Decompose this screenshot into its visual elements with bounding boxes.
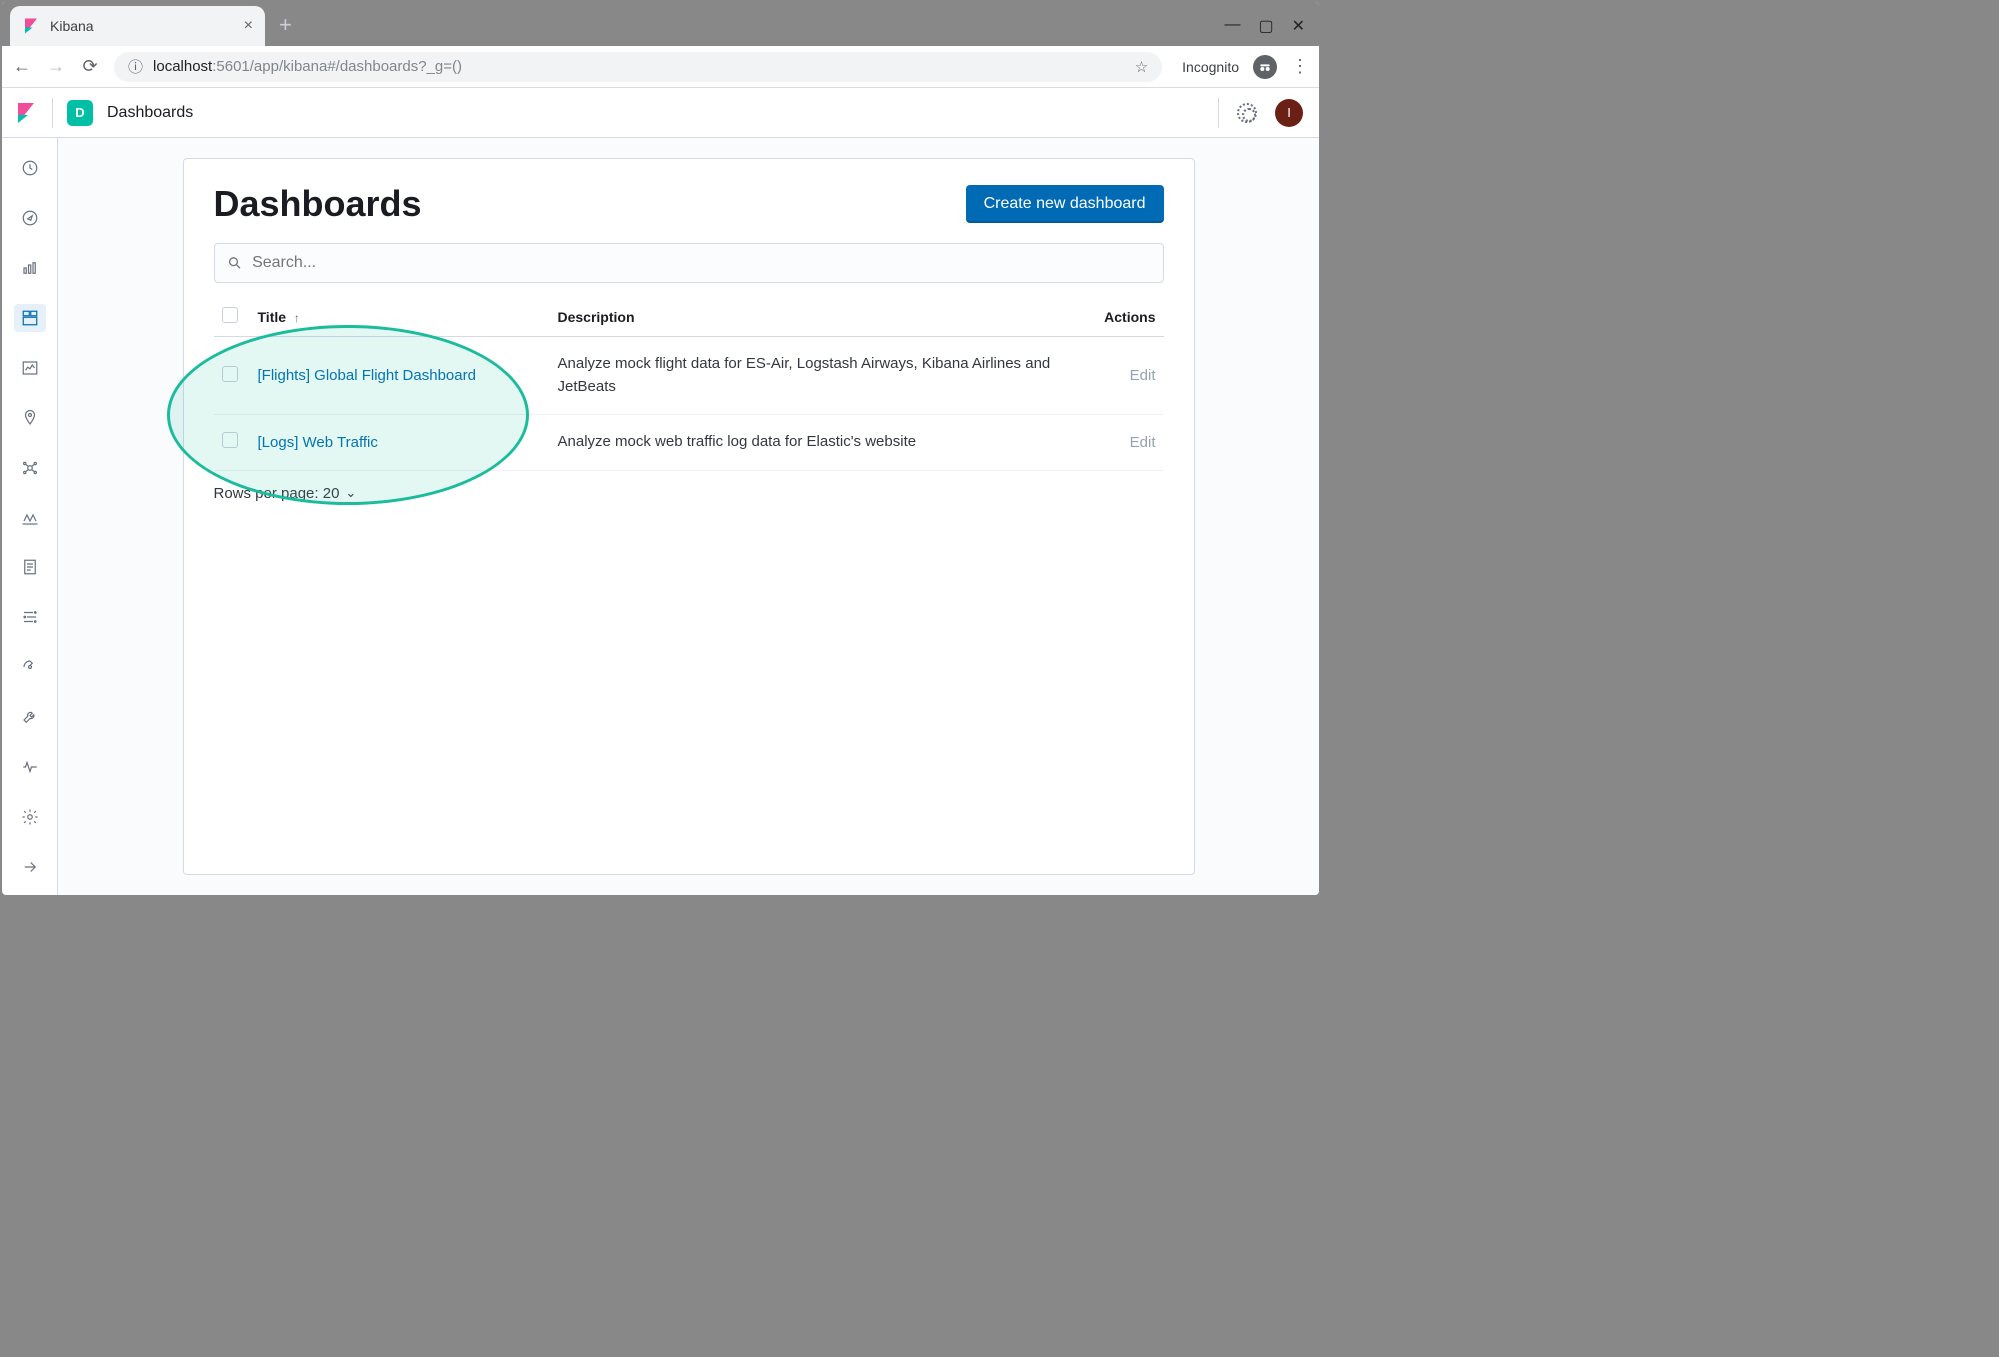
dashboards-panel: Dashboards Create new dashboard Title ↑ — [183, 158, 1195, 875]
divider — [1218, 98, 1219, 128]
minimize-icon[interactable]: — — [1224, 16, 1240, 36]
back-icon[interactable]: ← — [12, 56, 32, 77]
kibana-header: D Dashboards I — [2, 88, 1319, 138]
dashboard-link[interactable]: [Logs] Web Traffic — [258, 434, 378, 451]
search-box[interactable] — [214, 243, 1164, 283]
sort-asc-icon: ↑ — [294, 311, 300, 325]
sidenav-logs-icon[interactable] — [14, 554, 46, 582]
sidenav-infra-icon[interactable] — [14, 504, 46, 532]
edit-action[interactable]: Edit — [1130, 434, 1156, 451]
edit-action[interactable]: Edit — [1130, 367, 1156, 384]
search-input[interactable] — [252, 254, 1150, 272]
chevron-down-icon: ⌄ — [345, 485, 356, 501]
window-controls: — ▢ ✕ — [1224, 16, 1319, 36]
row-description: Analyze mock web traffic log data for El… — [550, 415, 1074, 471]
browser-addressbar: ← → ⟳ ⓘ localhost:5601/app/kibana#/dashb… — [2, 46, 1319, 88]
row-checkbox[interactable] — [222, 366, 238, 382]
search-icon — [227, 255, 243, 271]
sidenav-management-icon[interactable] — [14, 803, 46, 831]
dashboard-link[interactable]: [Flights] Global Flight Dashboard — [258, 367, 476, 384]
sidenav-uptime-icon[interactable] — [14, 653, 46, 681]
tab-close-icon[interactable]: × — [244, 17, 253, 35]
kibana-logo-icon[interactable] — [14, 101, 38, 125]
sidenav-monitoring-icon[interactable] — [14, 753, 46, 781]
sidenav-visualize-icon[interactable] — [14, 254, 46, 282]
avatar[interactable]: I — [1275, 99, 1303, 127]
browser-tabbar: Kibana × + — ▢ ✕ — [2, 2, 1319, 46]
rows-per-page-label: Rows per page: 20 — [214, 485, 340, 502]
sidenav-discover-icon[interactable] — [14, 204, 46, 232]
tab-title: Kibana — [50, 18, 244, 34]
maximize-icon[interactable]: ▢ — [1258, 16, 1273, 36]
new-tab-button[interactable]: + — [279, 12, 292, 38]
table-row: [Logs] Web Traffic Analyze mock web traf… — [214, 415, 1164, 471]
breadcrumb[interactable]: Dashboards — [107, 104, 193, 122]
browser-menu-icon[interactable]: ⋮ — [1291, 56, 1309, 77]
create-dashboard-button[interactable]: Create new dashboard — [966, 185, 1164, 223]
select-all-checkbox[interactable] — [222, 307, 238, 323]
table-row: [Flights] Global Flight Dashboard Analyz… — [214, 337, 1164, 415]
sidenav-dashboard-icon[interactable] — [14, 304, 46, 332]
divider — [52, 98, 53, 128]
col-description[interactable]: Description — [550, 297, 1074, 337]
incognito-icon[interactable] — [1253, 55, 1277, 79]
sidenav-timelion-icon[interactable] — [14, 354, 46, 382]
browser-tab[interactable]: Kibana × — [10, 6, 265, 46]
site-info-icon[interactable]: ⓘ — [128, 56, 143, 77]
kibana-favicon-icon — [22, 17, 40, 35]
incognito-label: Incognito — [1182, 59, 1239, 75]
forward-icon: → — [46, 56, 66, 77]
sidenav-ml-icon[interactable] — [14, 454, 46, 482]
url-host: localhost — [153, 58, 212, 75]
sidenav-maps-icon[interactable] — [14, 404, 46, 432]
reload-icon[interactable]: ⟳ — [80, 56, 100, 77]
close-window-icon[interactable]: ✕ — [1292, 16, 1305, 36]
sidenav-collapse-icon[interactable] — [14, 853, 46, 881]
page-title: Dashboards — [214, 183, 422, 225]
col-actions: Actions — [1074, 297, 1164, 337]
side-nav — [2, 138, 58, 895]
help-icon[interactable] — [1237, 103, 1257, 123]
workspace: Dashboards Create new dashboard Title ↑ — [58, 138, 1319, 895]
kibana-body: Dashboards Create new dashboard Title ↑ — [2, 138, 1319, 895]
sidenav-recent-icon[interactable] — [14, 154, 46, 182]
url-path: :5601/app/kibana#/dashboards?_g=() — [212, 58, 462, 75]
sidenav-devtools-icon[interactable] — [14, 703, 46, 731]
dashboards-table: Title ↑ Description Actions [Flights] Gl… — [214, 297, 1164, 471]
sidenav-apm-icon[interactable] — [14, 603, 46, 631]
row-checkbox[interactable] — [222, 432, 238, 448]
col-title[interactable]: Title ↑ — [250, 297, 550, 337]
rows-per-page[interactable]: Rows per page: 20 ⌄ — [214, 485, 1164, 502]
bookmark-star-icon[interactable]: ☆ — [1135, 58, 1148, 76]
col-title-label: Title — [258, 309, 287, 325]
browser-window: Kibana × + — ▢ ✕ ← → ⟳ ⓘ localhost:5601/… — [2, 2, 1319, 895]
omnibox[interactable]: ⓘ localhost:5601/app/kibana#/dashboards?… — [114, 52, 1162, 82]
row-description: Analyze mock flight data for ES-Air, Log… — [550, 337, 1074, 415]
app-badge[interactable]: D — [67, 100, 93, 126]
